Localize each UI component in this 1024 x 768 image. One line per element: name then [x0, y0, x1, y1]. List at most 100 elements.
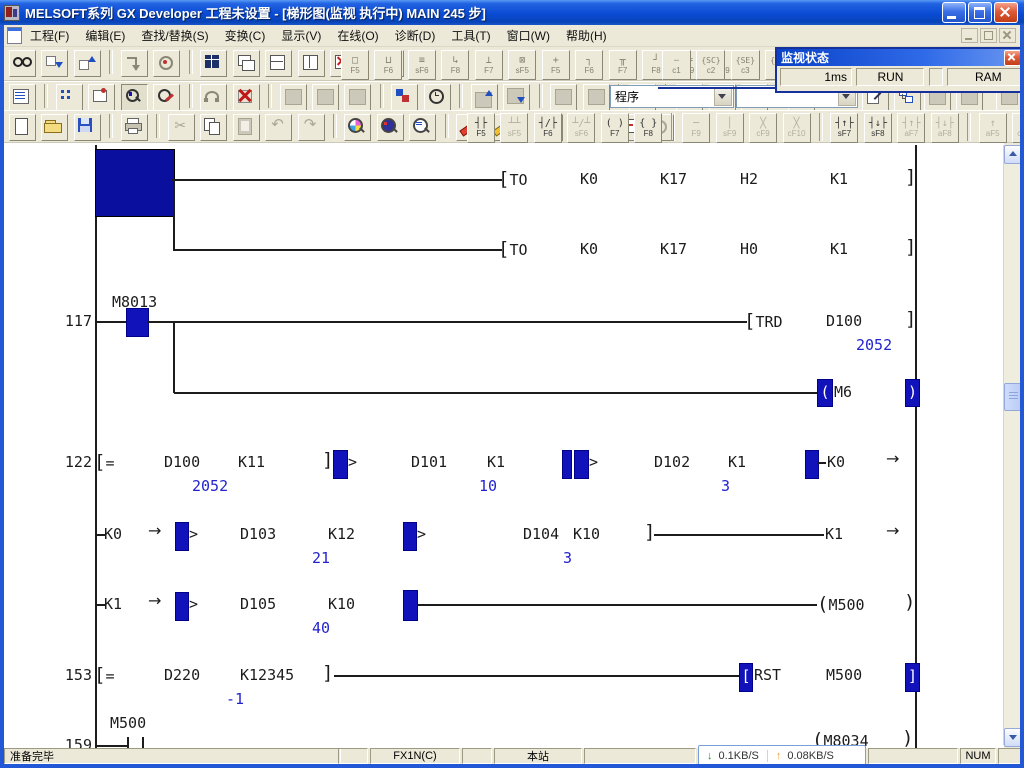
ladder-tool-c1[interactable]: ╌c1	[662, 50, 691, 80]
block-swap-icon[interactable]	[391, 84, 418, 111]
device-comment-icon[interactable]	[88, 84, 115, 111]
ladder-closed-contact-button[interactable]: ┤/├F6	[534, 113, 562, 143]
cascade-windows-icon[interactable]	[233, 50, 260, 77]
chevron-down-icon[interactable]	[714, 87, 732, 106]
tile-horizontal-icon[interactable]	[265, 50, 292, 77]
monitor-mode-icon[interactable]	[121, 84, 148, 111]
ladder-rising-pulse-button[interactable]: ┤↑├sF7	[830, 113, 858, 143]
ladder-application-button[interactable]: { }F8	[634, 113, 662, 143]
window-border-bottom	[0, 764, 1024, 768]
stop-monitor-icon[interactable]	[233, 84, 260, 111]
copy-icon[interactable]	[200, 114, 227, 141]
ladder-monitor-icon[interactable]	[344, 114, 371, 141]
ladder-tool-tee[interactable]: ╥F7	[609, 50, 637, 80]
save-icon[interactable]	[74, 114, 101, 141]
compare-constant: K12345	[240, 666, 294, 684]
ladder-tool-c3[interactable]: {SE}c3	[731, 50, 760, 80]
monitor-value: 2052	[192, 477, 228, 495]
ladder-tool-lines[interactable]: ≡sF6	[408, 50, 436, 80]
sort-up-icon[interactable]	[471, 84, 498, 111]
wrap-label-out: K0	[827, 453, 845, 471]
menu-project[interactable]: 工程(F)	[22, 25, 77, 46]
compare-device: D102	[654, 453, 690, 471]
menu-diagnostics[interactable]: 诊断(D)	[387, 25, 444, 46]
energized-marker	[175, 592, 189, 621]
ladder-open-contact-button[interactable]: ┤├F5	[467, 113, 495, 143]
monitor-status-window[interactable]: 监视状态 1ms RUN RAM	[775, 47, 1024, 93]
menu-window[interactable]: 窗口(W)	[499, 25, 558, 46]
wire-h	[96, 321, 127, 323]
clock-icon[interactable]	[424, 84, 451, 111]
minimize-button[interactable]	[942, 2, 966, 23]
window-dark-icon[interactable]	[200, 50, 227, 77]
energized-contact[interactable]	[126, 308, 149, 337]
mdi-restore-icon[interactable]	[980, 28, 997, 43]
print-icon[interactable]	[121, 114, 148, 141]
device-batch-monitor-icon[interactable]	[377, 114, 404, 141]
menu-help[interactable]: 帮助(H)	[558, 25, 615, 46]
ladder-tool-boxx[interactable]: ⊠sF5	[508, 50, 536, 80]
spacer-cell	[929, 68, 943, 86]
mdi-document-icon[interactable]	[7, 27, 22, 44]
menu-online[interactable]: 在线(O)	[329, 25, 386, 46]
cross-reference-icon[interactable]	[153, 50, 180, 77]
monitor-edit-mode-icon[interactable]	[153, 84, 180, 111]
status-plc-type: FX1N(C)	[370, 748, 460, 764]
ladder-cursor[interactable]	[95, 149, 175, 217]
mdi-close-icon[interactable]	[999, 28, 1016, 43]
transfer-rate-overlay: ↓ 0.1KB/S ↑ 0.08KB/S	[698, 745, 866, 766]
menu-find-replace[interactable]: 查找/替换(S)	[133, 25, 216, 46]
ladder-tool-ground[interactable]: ⊥F7	[475, 50, 503, 80]
energized-instr-open: [	[739, 663, 753, 692]
ladder-tool-box[interactable]: □F5	[341, 50, 369, 80]
menu-edit[interactable]: 编辑(E)	[77, 25, 133, 46]
monitor-value: 3	[563, 549, 572, 567]
close-button[interactable]	[994, 2, 1018, 23]
menu-convert[interactable]: 变换(C)	[217, 25, 274, 46]
ladder-falling-pulse-button[interactable]: ┤↓├sF8	[864, 113, 892, 143]
ladder-tool-plus[interactable]: +F5	[542, 50, 570, 80]
telephone-line-icon[interactable]	[200, 84, 227, 111]
find-icon[interactable]	[9, 50, 36, 77]
close-icon[interactable]	[1004, 50, 1021, 66]
new-file-icon[interactable]	[9, 114, 36, 141]
wrap-label-out: K1	[825, 525, 843, 543]
ladder-tool-c2[interactable]: {SC}c2	[696, 50, 725, 80]
instr-operand: K0	[580, 240, 598, 258]
redo-icon: ↷	[298, 114, 325, 141]
restore-button[interactable]	[968, 2, 992, 23]
ladder-tool-branch[interactable]: ↳F8	[441, 50, 469, 80]
compare-gt: >	[189, 595, 198, 613]
monitor-value: 3	[721, 477, 730, 495]
mdi-minimize-icon[interactable]	[961, 28, 978, 43]
ladder-tool-box2[interactable]: ⊔F6	[374, 50, 402, 80]
tile-vertical-icon[interactable]	[298, 50, 325, 77]
wire-h	[334, 675, 739, 677]
open-file-icon[interactable]	[41, 114, 68, 141]
window-border-left	[0, 25, 4, 764]
parameter-icon[interactable]	[56, 84, 83, 111]
ladder-edit-area[interactable]: [TO K0 K17 H2 K1 ] [TO K0 K17 H0 K1 ] 11…	[4, 143, 1004, 748]
project-data-list-icon[interactable]	[9, 84, 36, 111]
find-next-icon[interactable]	[41, 50, 68, 77]
monitor-window-titlebar[interactable]: 监视状态	[777, 49, 1022, 66]
ladder-coil-button[interactable]: ( )F7	[601, 113, 629, 143]
instr-close-bracket: ]	[905, 238, 916, 257]
menu-tools[interactable]: 工具(T)	[443, 25, 498, 46]
wrap-arrow-icon: →	[886, 521, 899, 540]
menu-view[interactable]: 显示(V)	[273, 25, 329, 46]
monitor-window-title: 监视状态	[781, 49, 829, 66]
status-ready: 准备完毕	[4, 748, 341, 764]
download-rate: 0.1KB/S	[719, 750, 759, 762]
ladder-or-closed-button: ┴/┴sF6	[567, 113, 595, 143]
window-border-right	[1020, 25, 1024, 764]
jump-icon[interactable]	[121, 50, 148, 77]
paste-icon	[233, 114, 260, 141]
sort-down-icon[interactable]	[503, 84, 530, 111]
entry-data-monitor-icon[interactable]	[409, 114, 436, 141]
vertical-scrollbar[interactable]	[1003, 145, 1021, 745]
find-prev-icon[interactable]	[74, 50, 101, 77]
ladder-tool-corner[interactable]: ┐F6	[575, 50, 603, 80]
compare-constant: K11	[238, 453, 265, 471]
monitor-value: 21	[312, 549, 330, 567]
